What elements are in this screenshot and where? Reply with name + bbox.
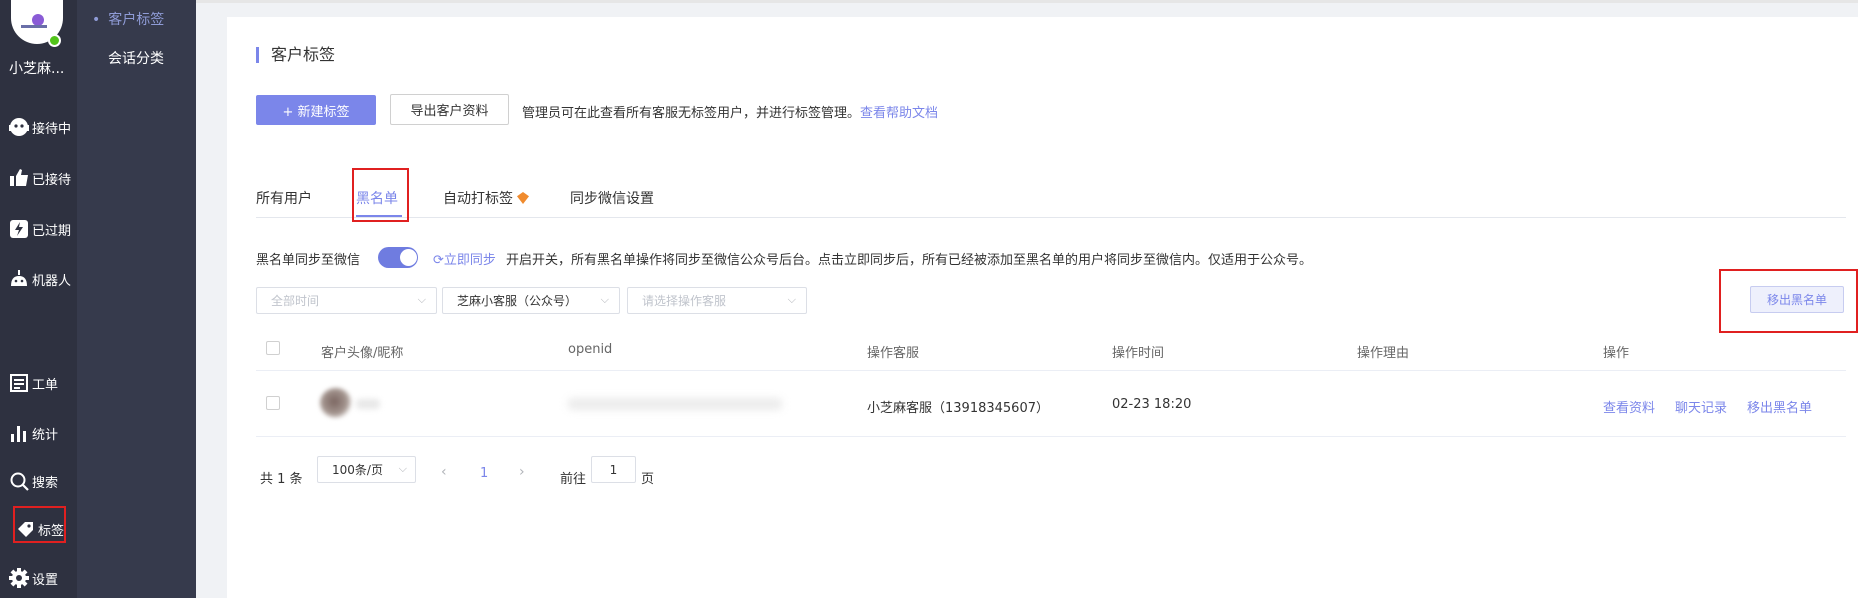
th-agent: 操作客服 xyxy=(867,346,920,361)
tab-auto-tag-label: 自动打标签 xyxy=(443,191,513,207)
current-page[interactable]: 1 xyxy=(480,466,488,481)
remove-blacklist-link[interactable]: 移出黑名单 xyxy=(1747,397,1812,416)
row-checkbox[interactable] xyxy=(266,396,280,410)
tab-wechat-sync[interactable]: 同步微信设置 xyxy=(570,188,654,208)
time-select-placeholder: 全部时间 xyxy=(271,294,320,308)
channel-select-value: 芝麻小客服（公众号） xyxy=(457,294,578,308)
avatar-stripe xyxy=(21,25,47,28)
sync-now-link[interactable]: ⟳立即同步 xyxy=(433,249,496,268)
th-openid: openid xyxy=(568,342,613,357)
page-suffix: 页 xyxy=(641,472,655,487)
time-select[interactable]: 全部时间 ⌵ xyxy=(256,287,437,314)
chevron-down-icon: ⌵ xyxy=(787,293,796,306)
nav-label-stats: 统计 xyxy=(32,427,59,443)
operator-select[interactable]: 请选择操作客服 ⌵ xyxy=(627,287,807,314)
subnav-item-customer-tags[interactable]: 客户标签 xyxy=(92,9,164,29)
sync-description: 开启开关，所有黑名单操作将同步至微信公众号后台。点击立即同步后，所有已经被添加至… xyxy=(506,253,1313,268)
export-button[interactable]: 导出客户资料 xyxy=(390,94,509,125)
th-avatar: 客户头像/昵称 xyxy=(321,346,404,361)
nav-item-search[interactable]: 搜索 xyxy=(8,470,58,492)
chat-face-icon xyxy=(9,118,29,136)
th-time: 操作时间 xyxy=(1112,346,1165,361)
th-actions: 操作 xyxy=(1603,346,1630,361)
online-status-dot xyxy=(48,34,61,47)
nav-label-robot: 机器人 xyxy=(32,273,72,289)
customer-nickname-blurred xyxy=(356,399,380,409)
chevron-down-icon: ⌵ xyxy=(600,293,609,306)
vip-badge-icon xyxy=(517,192,529,204)
goto-label: 前往 xyxy=(560,472,587,487)
thumbs-up-icon xyxy=(10,169,28,186)
help-link[interactable]: 查看帮助文档 xyxy=(860,106,938,121)
table-header-divider xyxy=(256,370,1846,371)
nav-item-robot[interactable]: 机器人 xyxy=(8,268,71,290)
robot-icon xyxy=(11,270,27,286)
nav-item-stats[interactable]: 统计 xyxy=(8,422,58,444)
nav-item-served[interactable]: 已接待 xyxy=(8,167,71,189)
tab-highlight-box xyxy=(352,168,409,222)
sync-label: 黑名单同步至微信 xyxy=(256,253,361,268)
nav-item-ticket[interactable]: 工单 xyxy=(8,372,58,394)
channel-select[interactable]: 芝麻小客服（公众号） ⌵ xyxy=(442,287,620,314)
sync-toggle[interactable] xyxy=(378,247,418,268)
chevron-down-icon: ⌵ xyxy=(398,462,407,475)
tab-all-users[interactable]: 所有用户 xyxy=(256,188,312,208)
admin-tip-text: 管理员可在此查看所有客服无标签用户，并进行标签管理。 xyxy=(522,106,861,121)
tab-auto-tag[interactable]: 自动打标签 xyxy=(443,188,529,208)
lightning-icon xyxy=(10,220,28,238)
select-all-checkbox[interactable] xyxy=(266,341,280,355)
bar-chart-icon xyxy=(11,426,26,442)
operator-select-placeholder: 请选择操作客服 xyxy=(642,294,727,308)
sync-now-label: 立即同步 xyxy=(443,253,496,268)
avatar xyxy=(320,388,352,418)
secondary-sidebar xyxy=(77,0,196,598)
refresh-icon: ⟳ xyxy=(433,253,444,268)
nav-label-expired: 已过期 xyxy=(32,223,72,239)
goto-page-input[interactable]: 1 xyxy=(591,456,636,483)
next-page-icon[interactable]: › xyxy=(519,464,525,480)
top-border xyxy=(196,0,1858,3)
cell-agent: 小芝麻客服（13918345607） xyxy=(867,401,1049,416)
chevron-down-icon: ⌵ xyxy=(417,293,426,306)
nav-item-settings[interactable]: 设置 xyxy=(8,567,58,589)
nav-label-search: 搜索 xyxy=(32,475,59,491)
search-icon xyxy=(10,472,29,491)
user-name: 小芝麻... xyxy=(9,61,65,77)
page-size-value: 100条/页 xyxy=(332,463,383,477)
table-row-divider xyxy=(256,436,1846,437)
nav-label-serving: 接待中 xyxy=(32,121,72,137)
nav-item-serving[interactable]: 接待中 xyxy=(8,116,71,138)
chat-history-link[interactable]: 聊天记录 xyxy=(1675,397,1727,416)
view-profile-link[interactable]: 查看资料 xyxy=(1603,397,1655,416)
nav-label-settings: 设置 xyxy=(32,572,59,588)
nav-label-ticket: 工单 xyxy=(32,377,59,393)
cell-time: 02-23 18:20 xyxy=(1112,397,1192,412)
th-reason: 操作理由 xyxy=(1357,346,1410,361)
remove-highlight-box xyxy=(1719,269,1858,333)
tab-bar: 所有用户 黑名单 自动打标签 同步微信设置 xyxy=(256,184,1846,218)
openid-blurred xyxy=(568,398,782,410)
total-count: 共 1 条 xyxy=(260,472,303,487)
nav-label-served: 已接待 xyxy=(32,172,72,188)
page-size-select[interactable]: 100条/页 ⌵ xyxy=(317,456,416,483)
new-tag-button[interactable]: + 新建标签 xyxy=(256,95,376,125)
nav-highlight-box xyxy=(13,506,66,543)
toggle-knob xyxy=(400,249,417,266)
ticket-icon xyxy=(10,374,28,392)
nav-item-expired[interactable]: 已过期 xyxy=(8,218,71,240)
left-sidebar: 小芝麻... 接待中 已接待 已过期 机器人 工单 统计 搜索 标签 设置 xyxy=(0,0,77,598)
gear-icon xyxy=(9,568,29,588)
subnav-item-session-category[interactable]: 会话分类 xyxy=(108,48,164,68)
admin-tip: 管理员可在此查看所有客服无标签用户，并进行标签管理。查看帮助文档 xyxy=(522,102,938,121)
page-title: 客户标签 xyxy=(256,47,335,63)
prev-page-icon[interactable]: ‹ xyxy=(441,464,447,480)
